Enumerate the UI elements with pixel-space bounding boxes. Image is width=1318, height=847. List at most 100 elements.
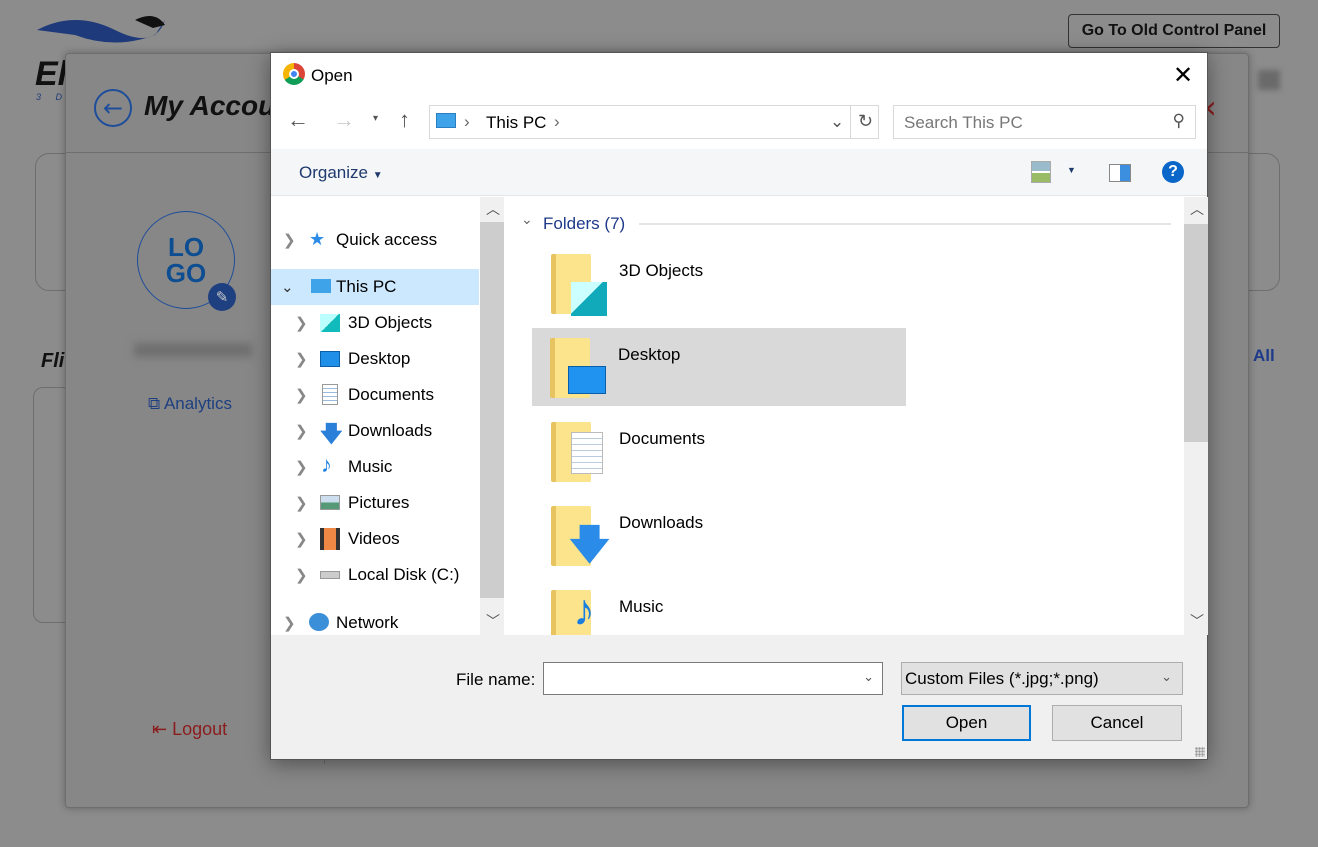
download-icon: 🡇: [320, 421, 343, 446]
nav-3d-objects[interactable]: ❯ 3D Objects: [271, 305, 479, 341]
breadcrumb-this-pc[interactable]: This PC: [486, 113, 546, 133]
music-icon: ♪: [321, 452, 332, 477]
chevron-right-icon[interactable]: ❯: [295, 350, 308, 368]
folder-3d-objects[interactable]: 3D Objects: [533, 244, 907, 322]
view-all-link[interactable]: All: [1253, 346, 1275, 366]
logout-link[interactable]: ⇤ Logout: [152, 719, 227, 740]
folder-label: 3D Objects: [619, 261, 704, 280]
search-placeholder: Search This PC: [904, 113, 1023, 132]
resize-grip[interactable]: [1195, 747, 1205, 757]
computer-icon: [436, 113, 456, 128]
nav-label: Videos: [348, 529, 400, 548]
nav-videos[interactable]: ❯ Videos: [271, 521, 479, 557]
document-icon: [322, 384, 338, 405]
picture-icon: [320, 495, 340, 510]
content-scrollbar[interactable]: ︿ ﹀: [1184, 197, 1208, 635]
page-title: My Account: [144, 90, 271, 121]
brand-subtitle: 3 D: [36, 92, 69, 102]
view-dropdown-icon[interactable]: ▼: [1067, 165, 1076, 175]
search-icon: ⚲: [1172, 111, 1185, 130]
folder-label: Downloads: [619, 513, 704, 532]
chevron-right-icon[interactable]: ❯: [295, 530, 308, 548]
scroll-down-icon[interactable]: ﹀: [1190, 611, 1204, 631]
scroll-down-icon[interactable]: ﹀: [486, 611, 500, 631]
collapse-group-icon[interactable]: ⌄: [521, 211, 533, 228]
address-bar[interactable]: › This PC › ⌄ ↻: [429, 105, 879, 139]
edit-pencil-icon[interactable]: ✎: [208, 283, 236, 311]
scroll-up-icon[interactable]: ︿: [486, 199, 500, 219]
chevron-right-icon[interactable]: ❯: [283, 231, 296, 249]
nav-pictures[interactable]: ❯ Pictures: [271, 485, 479, 521]
dialog-title: Open: [311, 66, 353, 85]
folder-desktop[interactable]: Desktop: [532, 328, 906, 406]
nav-documents[interactable]: ❯ Documents: [271, 377, 479, 413]
chevron-right-icon[interactable]: ❯: [295, 422, 308, 440]
recent-locations-chevron-icon[interactable]: ▾: [373, 113, 378, 124]
refresh-icon[interactable]: ↻: [858, 111, 873, 132]
chevron-right-icon[interactable]: ❯: [295, 386, 308, 404]
nav-downloads[interactable]: ❯ 🡇 Downloads: [271, 413, 479, 449]
cancel-button[interactable]: Cancel: [1052, 705, 1182, 741]
brand-wordmark: El: [35, 55, 68, 93]
video-icon: [320, 528, 340, 550]
file-name-label: File name:: [456, 670, 536, 689]
nav-label: This PC: [336, 277, 397, 296]
nav-label: Quick access: [336, 230, 438, 249]
external-link-icon: ⧉: [148, 394, 164, 413]
nav-label: 3D Objects: [348, 313, 433, 332]
file-name-input[interactable]: ⌄: [543, 662, 883, 695]
file-type-select[interactable]: Custom Files (*.jpg;*.png) ⌄: [901, 662, 1183, 695]
close-button[interactable]: ✕: [1173, 61, 1193, 90]
organize-button[interactable]: Organize ▼: [299, 163, 383, 183]
nav-music[interactable]: ❯ ♪ Music: [271, 449, 479, 485]
old-control-panel-button[interactable]: Go To Old Control Panel: [1068, 14, 1280, 48]
back-arrow-icon[interactable]: ←: [287, 107, 309, 133]
folder-downloads[interactable]: 🡇 Downloads: [533, 496, 907, 574]
cube-icon: [571, 282, 607, 316]
folder-label: Desktop: [618, 345, 681, 364]
chevron-right-icon[interactable]: ❯: [295, 494, 308, 512]
chevron-right-icon[interactable]: ❯: [283, 614, 296, 632]
chevron-right-icon[interactable]: ❯: [295, 566, 308, 584]
chevron-right-icon[interactable]: ❯: [295, 314, 308, 332]
toolbar: Organize ▼ ▼ ?: [271, 149, 1207, 196]
search-input[interactable]: Search This PC ⚲: [893, 105, 1196, 139]
nav-local-disk[interactable]: ❯ Local Disk (C:): [271, 557, 479, 593]
nav-scrollbar-thumb[interactable]: [480, 222, 504, 598]
logo-text: LO: [167, 232, 205, 262]
dialog-footer: File name: ⌄ Custom Files (*.jpg;*.png) ⌄…: [271, 635, 1207, 759]
address-dropdown-icon[interactable]: ⌄: [830, 112, 844, 132]
folder-documents[interactable]: Documents: [533, 412, 907, 490]
folder-music[interactable]: ♪ Music: [533, 580, 907, 635]
change-view-icon[interactable]: [1031, 161, 1051, 183]
file-type-value: Custom Files (*.jpg;*.png): [905, 669, 1099, 688]
content-scrollbar-thumb[interactable]: [1184, 224, 1208, 442]
open-file-dialog: Open ✕ ← → ▾ ↑ › This PC › ⌄ ↻ Search Th…: [270, 52, 1208, 760]
nav-this-pc[interactable]: ⌄ This PC: [271, 269, 479, 305]
nav-desktop[interactable]: ❯ Desktop: [271, 341, 479, 377]
download-icon: 🡇: [569, 523, 611, 567]
music-icon: ♪: [573, 586, 595, 635]
preview-pane-icon[interactable]: [1109, 164, 1131, 182]
up-arrow-icon[interactable]: ↑: [399, 107, 410, 133]
folder-label: Documents: [619, 429, 705, 448]
forward-arrow-icon[interactable]: →: [333, 107, 355, 133]
nav-label: Desktop: [348, 349, 411, 368]
navigation-pane: ❯ ★ Quick access ⌄ This PC ❯ 3D Objects ❯ Des…: [271, 197, 479, 635]
chevron-down-icon[interactable]: ⌄: [281, 278, 294, 296]
desktop-icon: [568, 366, 606, 394]
analytics-link[interactable]: ⧉ Analytics: [148, 394, 232, 414]
star-icon: ★: [309, 229, 326, 249]
group-header[interactable]: Folders (7): [543, 214, 625, 234]
chevron-down-icon[interactable]: ⌄: [863, 669, 874, 685]
back-button[interactable]: ←: [94, 89, 132, 127]
open-button[interactable]: Open: [902, 705, 1031, 741]
analytics-label: Analytics: [163, 394, 232, 413]
help-icon[interactable]: ?: [1162, 161, 1184, 183]
breadcrumb-separator-icon[interactable]: ›: [554, 112, 560, 132]
nav-quick-access[interactable]: ❯ ★ Quick access: [271, 222, 479, 258]
chevron-right-icon[interactable]: ❯: [295, 458, 308, 476]
nav-label: Documents: [348, 385, 434, 404]
nav-scrollbar[interactable]: ︿ ﹀: [480, 197, 504, 635]
scroll-up-icon[interactable]: ︿: [1190, 199, 1204, 219]
